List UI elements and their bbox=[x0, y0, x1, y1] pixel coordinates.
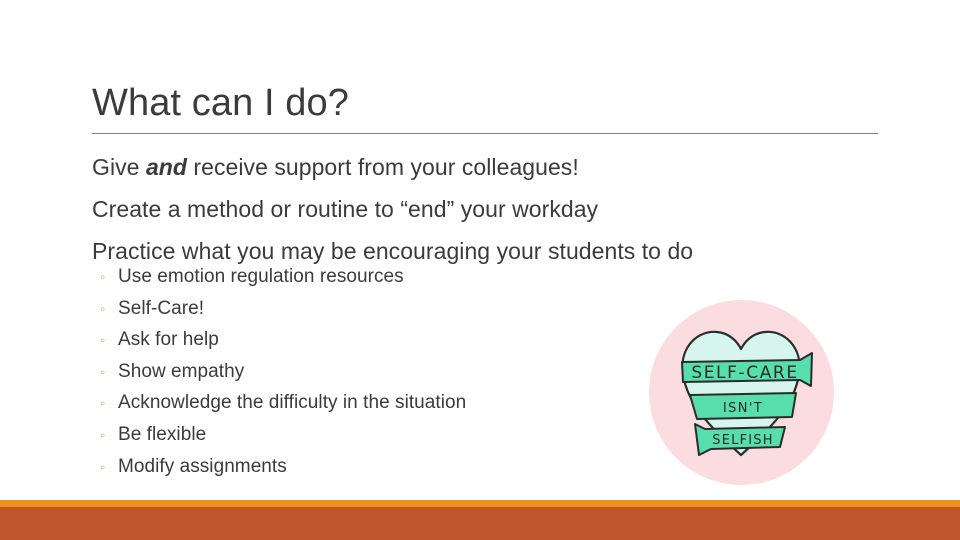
list-item-label: Show empathy bbox=[118, 360, 245, 382]
list-item-label: Use emotion regulation resources bbox=[118, 266, 404, 287]
list-item: ◦ Acknowledge the difficulty in the situ… bbox=[100, 388, 660, 420]
list-item-label: Self-Care! bbox=[118, 297, 205, 319]
body-line-1-post: receive support from your colleagues! bbox=[186, 154, 579, 180]
list-item-label: Acknowledge the difficulty in the situat… bbox=[118, 392, 467, 414]
self-care-heart-image: SELF-CARE ISN'T SELFISH bbox=[649, 300, 834, 485]
list-item: ◦ Self-Care! bbox=[100, 294, 660, 326]
body-line-2: Create a method or routine to “end” your… bbox=[92, 196, 599, 222]
body-line-1-emphasis: and bbox=[145, 154, 187, 180]
hollow-circle-bullet-icon: ◦ bbox=[100, 395, 106, 413]
body-line-1-pre: Give bbox=[92, 154, 146, 180]
list-item-label: Modify assignments bbox=[118, 455, 287, 477]
list-item: ◦ Modify assignments bbox=[100, 452, 660, 484]
body-text-block: Give and receive support from your colle… bbox=[92, 146, 832, 272]
hollow-circle-bullet-icon: ◦ bbox=[100, 332, 106, 350]
hollow-circle-bullet-icon: ◦ bbox=[100, 426, 106, 444]
list-item: ◦ Be flexible bbox=[100, 420, 660, 452]
hollow-circle-bullet-icon: ◦ bbox=[100, 363, 106, 381]
list-item: ◦ Ask for help bbox=[100, 325, 660, 357]
banner-text-selfish: SELFISH bbox=[712, 433, 773, 448]
banner-text-isnt: ISN'T bbox=[723, 401, 763, 416]
accent-band-orange bbox=[0, 500, 960, 507]
hollow-circle-bullet-icon: ◦ bbox=[100, 300, 106, 318]
accent-band-terracotta bbox=[0, 507, 960, 540]
hollow-circle-bullet-icon: ◦ bbox=[100, 458, 106, 476]
hollow-circle-bullet-icon: ◦ bbox=[100, 269, 106, 286]
page-title: What can I do? bbox=[92, 82, 349, 124]
list-item: ◦ Show empathy bbox=[100, 357, 660, 389]
title-divider bbox=[92, 133, 878, 134]
list-item-label: Ask for help bbox=[118, 329, 219, 351]
banner-text-self-care: SELF-CARE bbox=[691, 363, 798, 383]
slide-canvas: What can I do? Give and receive support … bbox=[0, 0, 960, 540]
body-line-1: Give and receive support from your colle… bbox=[92, 146, 832, 188]
heart-illustration-svg: SELF-CARE ISN'T SELFISH bbox=[681, 330, 813, 457]
list-item: ◦ Use emotion regulation resources bbox=[100, 262, 660, 294]
list-item-label: Be flexible bbox=[118, 423, 207, 445]
sub-bullet-list: ◦ Use emotion regulation resources ◦ Sel… bbox=[100, 262, 660, 483]
